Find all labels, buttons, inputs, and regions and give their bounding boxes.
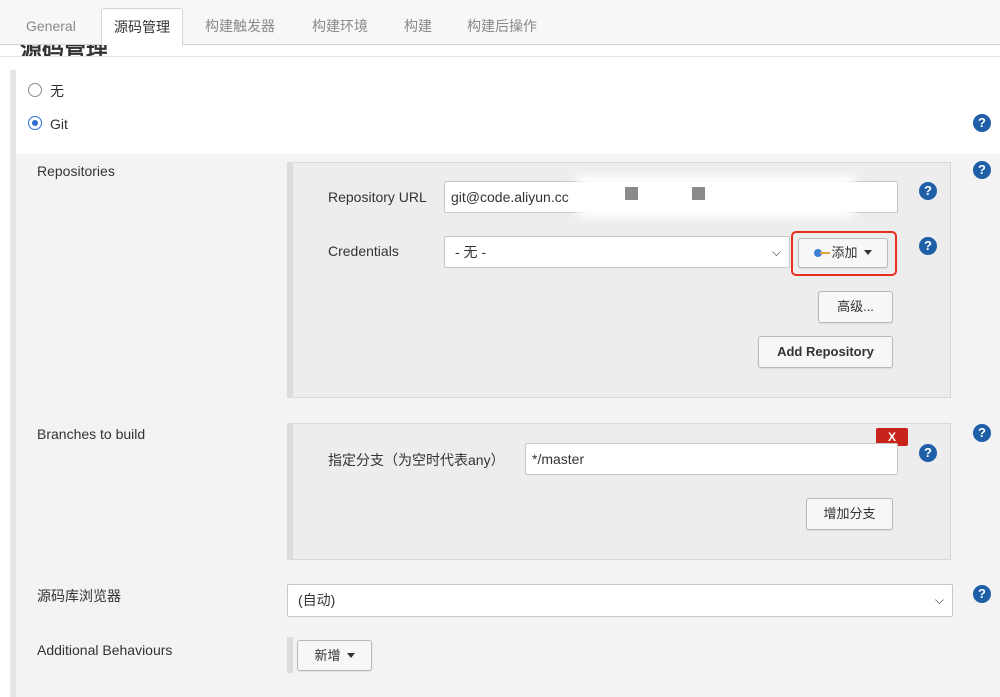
credentials-value: - 无 -	[455, 244, 487, 260]
branch-specifier-value: */master	[532, 451, 585, 467]
advanced-button[interactable]: 高级...	[818, 291, 893, 323]
tab-build-environment[interactable]: 构建环境	[300, 8, 380, 45]
add-behaviour-label: 新增	[314, 648, 341, 663]
behaviours-border	[287, 637, 293, 673]
tab-source-management[interactable]: 源码管理	[101, 8, 183, 46]
key-icon	[814, 248, 831, 258]
tab-post-build[interactable]: 构建后操作	[455, 8, 549, 45]
tab-general[interactable]: General	[14, 8, 88, 45]
branch-specifier-input[interactable]: */master	[525, 443, 898, 475]
credentials-select[interactable]: - 无 - ⌵	[444, 236, 790, 268]
add-credentials-label: 添加	[831, 245, 858, 260]
repositories-label: Repositories	[37, 163, 115, 179]
help-icon-git[interactable]: ?	[973, 114, 991, 132]
scm-option-none-label: 无	[50, 83, 64, 99]
add-repository-button[interactable]: Add Repository	[758, 336, 893, 368]
repository-url-label: Repository URL	[328, 189, 427, 205]
scm-option-git-label: Git	[50, 116, 68, 132]
add-branch-button[interactable]: 增加分支	[806, 498, 893, 530]
additional-behaviours-label: Additional Behaviours	[37, 642, 173, 658]
radio-git[interactable]	[28, 116, 42, 131]
help-icon-branch-specifier[interactable]: ?	[919, 444, 937, 462]
branches-label: Branches to build	[37, 426, 146, 442]
help-icon-branches[interactable]: ?	[973, 424, 991, 442]
credentials-label: Credentials	[328, 243, 399, 259]
radio-none[interactable]	[28, 83, 42, 98]
scm-option-none[interactable]: 无	[28, 80, 64, 102]
tab-build[interactable]: 构建	[392, 8, 444, 45]
help-icon-repository-url[interactable]: ?	[919, 182, 937, 200]
help-icon-credentials[interactable]: ?	[919, 237, 937, 255]
section-title: 源码管理	[0, 45, 1000, 57]
repository-browser-value: (自动)	[298, 592, 336, 608]
repository-browser-label: 源码库浏览器	[37, 588, 121, 604]
section-title-text: 源码管理	[20, 45, 108, 56]
repository-browser-select[interactable]: (自动) ⌵	[287, 584, 953, 617]
chevron-down-icon: ⌵	[771, 245, 781, 259]
branch-specifier-label: 指定分支（为空时代表any）	[328, 452, 505, 468]
caret-down-icon	[346, 653, 355, 659]
add-behaviour-button[interactable]: 新增	[297, 640, 372, 671]
add-credentials-button[interactable]: 添加	[798, 238, 888, 268]
caret-down-icon	[863, 250, 872, 256]
redaction-mark	[692, 187, 705, 200]
help-icon-repository-browser[interactable]: ?	[973, 585, 991, 603]
redaction-mark	[625, 187, 638, 200]
repository-url-value: git@code.aliyun.cc	[451, 189, 569, 205]
help-icon-repositories[interactable]: ?	[973, 161, 991, 179]
scm-option-git[interactable]: Git	[28, 113, 68, 135]
tab-build-triggers[interactable]: 构建触发器	[193, 8, 287, 45]
tab-bar: General 源码管理 构建触发器 构建环境 构建 构建后操作	[0, 0, 1000, 46]
chevron-down-icon: ⌵	[934, 593, 944, 607]
